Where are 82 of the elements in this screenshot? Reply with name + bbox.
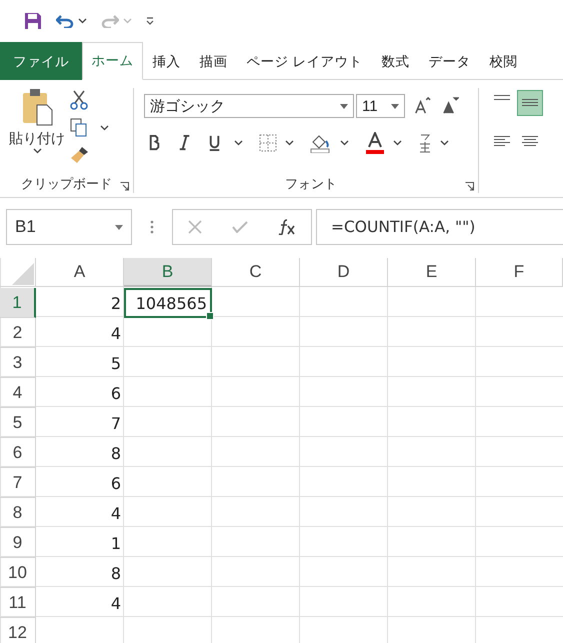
column-header[interactable]: B [124,258,212,287]
dialog-launcher-icon[interactable] [120,182,129,191]
table-cell-text: 8 [110,442,122,464]
function-icon[interactable] [278,219,296,235]
paste-button[interactable]: 貼り付け [10,88,64,175]
file-tab[interactable]: ファイル [0,42,82,80]
paste-label: 貼り付け [9,130,65,148]
row-header[interactable]: 8 [0,498,36,528]
table-cell-text: 1 [110,532,122,554]
check-icon[interactable] [232,221,248,233]
row-header[interactable]: 9 [0,528,36,558]
caret-icon[interactable] [100,125,109,131]
caret-icon[interactable] [285,140,294,146]
clipboard-icon [20,88,54,126]
dropdown-icon [340,104,348,108]
row-header[interactable]: 4 [0,378,36,408]
border-icon[interactable] [259,134,277,152]
ribbon-tab[interactable]: 数式 [372,42,419,80]
fill-color-icon[interactable] [310,133,332,153]
font-name: 游ゴシック [150,96,225,116]
row-header[interactable]: 5 [0,408,36,438]
ribbon-tab[interactable]: ページ レイアウト [237,42,372,80]
caret-icon[interactable] [32,148,42,154]
caret-icon[interactable] [340,140,349,146]
format-painter-icon[interactable] [70,146,90,164]
font-size-field[interactable]: 11 [356,94,405,118]
ribbon-tab[interactable]: 校閲 [480,42,527,80]
shrink-font-icon[interactable] [441,97,459,115]
column-header[interactable]: C [212,258,300,287]
copy-icon[interactable] [70,118,88,138]
table-cell: 1048565 [124,288,212,318]
table-cell-text: 8 [110,562,122,584]
table-cell-text: 4 [110,322,122,344]
row-header[interactable]: 2 [0,318,36,348]
font-color-icon[interactable] [365,132,385,154]
caret-icon[interactable] [440,140,449,146]
grow-font-icon[interactable] [413,97,431,115]
name-box[interactable]: B1 [6,209,132,245]
formula-field[interactable]: =COUNTIF(A:A, "") [316,209,563,245]
table-cell-text: 6 [110,382,122,404]
table-cell-text: 2 [110,292,122,314]
column-header[interactable]: E [388,258,476,287]
caret-icon[interactable] [78,18,87,24]
caret-icon[interactable] [234,140,243,146]
ribbon-tab[interactable]: 描画 [190,42,237,80]
group-label: フォント [285,176,337,191]
align-middle-icon [521,99,539,107]
scissors-icon[interactable] [70,90,88,110]
table-cell-text: 6 [110,472,122,494]
row-header[interactable]: 11 [0,588,36,618]
table-cell-text: 4 [110,502,122,524]
dropdown-icon [115,224,123,230]
grip-icon [150,220,154,234]
table-cell-text: 5 [110,352,122,374]
dialog-launcher-icon[interactable] [465,182,474,191]
table-cell-text: 7 [110,412,122,434]
cell-reference: B1 [15,217,36,237]
customize-icon[interactable] [146,17,154,25]
align-left-icon[interactable] [493,134,511,148]
row-header[interactable]: 1 [0,288,36,318]
font-size: 11 [362,98,378,114]
dropdown-icon [391,104,399,108]
align-button[interactable] [517,90,543,116]
save-icon[interactable] [24,12,42,30]
column-header[interactable]: F [476,258,563,287]
row-header[interactable]: 6 [0,438,36,468]
caret-icon[interactable] [393,140,402,146]
align-top-icon [493,95,511,101]
undo-icon[interactable] [56,14,74,28]
font-name-field[interactable]: 游ゴシック [144,94,354,118]
row-header[interactable]: 3 [0,348,36,378]
group-label: クリップボード [21,176,112,191]
ribbon-tab[interactable]: 挿入 [143,42,190,80]
row-header[interactable]: 10 [0,558,36,588]
align-center-icon[interactable] [521,134,539,148]
ribbon-tab[interactable]: データ [418,42,480,80]
row-header[interactable]: 7 [0,468,36,498]
table-cell-text: 4 [110,592,122,614]
phonetic-icon[interactable] [418,133,432,153]
ribbon-tab[interactable]: ホーム [82,42,143,80]
row-header[interactable]: 12 [0,618,36,643]
column-header[interactable]: D [300,258,388,287]
